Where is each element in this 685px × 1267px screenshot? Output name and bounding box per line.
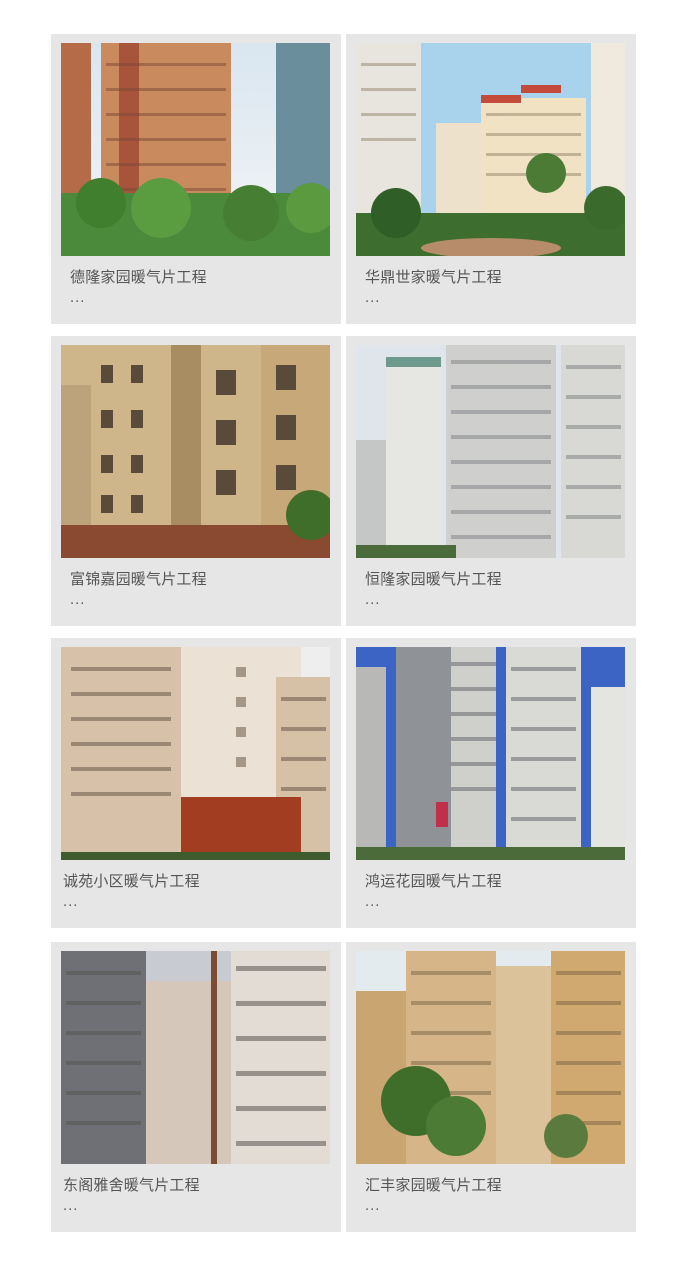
project-more-8: ... xyxy=(365,1199,381,1214)
project-card-3[interactable]: 富锦嘉园暖气片工程 ... xyxy=(51,336,341,626)
project-card-1[interactable]: 德隆家园暖气片工程 ... xyxy=(51,34,341,324)
project-more-3: ... xyxy=(70,593,86,608)
project-image-2[interactable] xyxy=(356,43,625,256)
project-image-5[interactable] xyxy=(61,647,330,860)
project-image-4[interactable] xyxy=(356,345,625,558)
project-more-1: ... xyxy=(70,291,86,306)
project-image-1[interactable] xyxy=(61,43,330,256)
project-card-7[interactable]: 东阁雅舍暖气片工程 ... xyxy=(51,942,341,1232)
project-title-6[interactable]: 鸿运花园暖气片工程 xyxy=(365,870,502,891)
project-title-7[interactable]: 东阁雅舍暖气片工程 xyxy=(63,1174,200,1195)
project-image-8[interactable] xyxy=(356,951,625,1164)
project-image-3[interactable] xyxy=(61,345,330,558)
project-title-4[interactable]: 恒隆家园暖气片工程 xyxy=(365,568,502,589)
project-more-7: ... xyxy=(63,1199,79,1214)
project-card-2[interactable]: 华鼎世家暖气片工程 ... xyxy=(346,34,636,324)
project-more-6: ... xyxy=(365,895,381,910)
project-title-3[interactable]: 富锦嘉园暖气片工程 xyxy=(70,568,207,589)
project-title-2[interactable]: 华鼎世家暖气片工程 xyxy=(365,266,502,287)
project-image-7[interactable] xyxy=(61,951,330,1164)
project-more-5: ... xyxy=(63,895,79,910)
project-card-6[interactable]: 鸿运花园暖气片工程 ... xyxy=(346,638,636,928)
project-card-5[interactable]: 诚苑小区暖气片工程 ... xyxy=(51,638,341,928)
project-card-4[interactable]: 恒隆家园暖气片工程 ... xyxy=(346,336,636,626)
project-more-4: ... xyxy=(365,593,381,608)
project-title-1[interactable]: 德隆家园暖气片工程 xyxy=(70,266,207,287)
project-title-5[interactable]: 诚苑小区暖气片工程 xyxy=(63,870,200,891)
project-title-8[interactable]: 汇丰家园暖气片工程 xyxy=(365,1174,502,1195)
project-image-6[interactable] xyxy=(356,647,625,860)
project-card-8[interactable]: 汇丰家园暖气片工程 ... xyxy=(346,942,636,1232)
project-more-2: ... xyxy=(365,291,381,306)
